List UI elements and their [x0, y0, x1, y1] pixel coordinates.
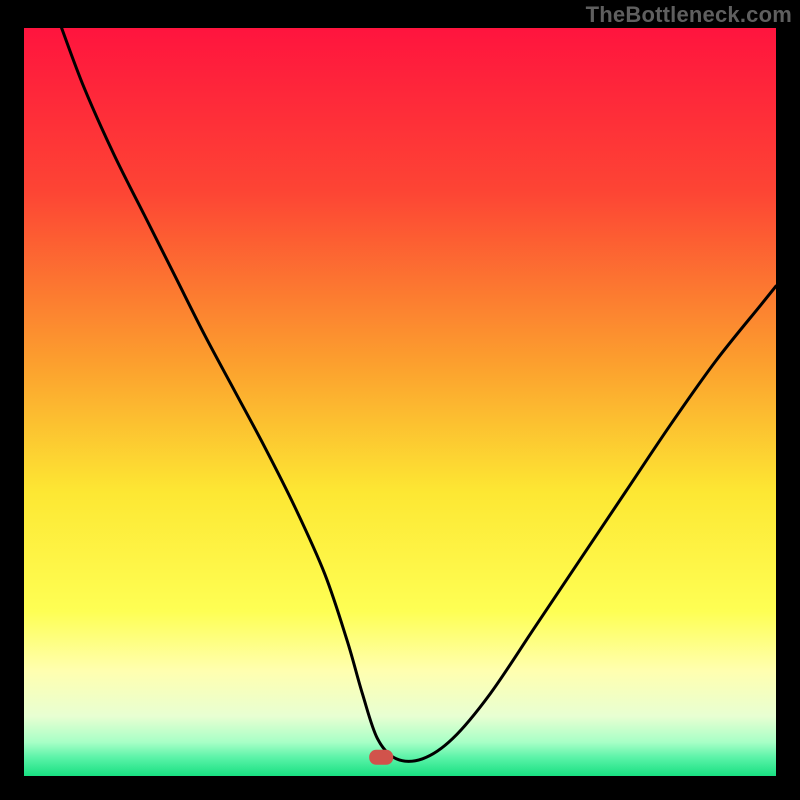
bottleneck-chart [24, 28, 776, 776]
chart-frame: TheBottleneck.com [0, 0, 800, 800]
gradient-background [24, 28, 776, 776]
attribution-label: TheBottleneck.com [586, 2, 792, 28]
plot-area [24, 28, 776, 776]
optimal-marker [369, 750, 393, 765]
